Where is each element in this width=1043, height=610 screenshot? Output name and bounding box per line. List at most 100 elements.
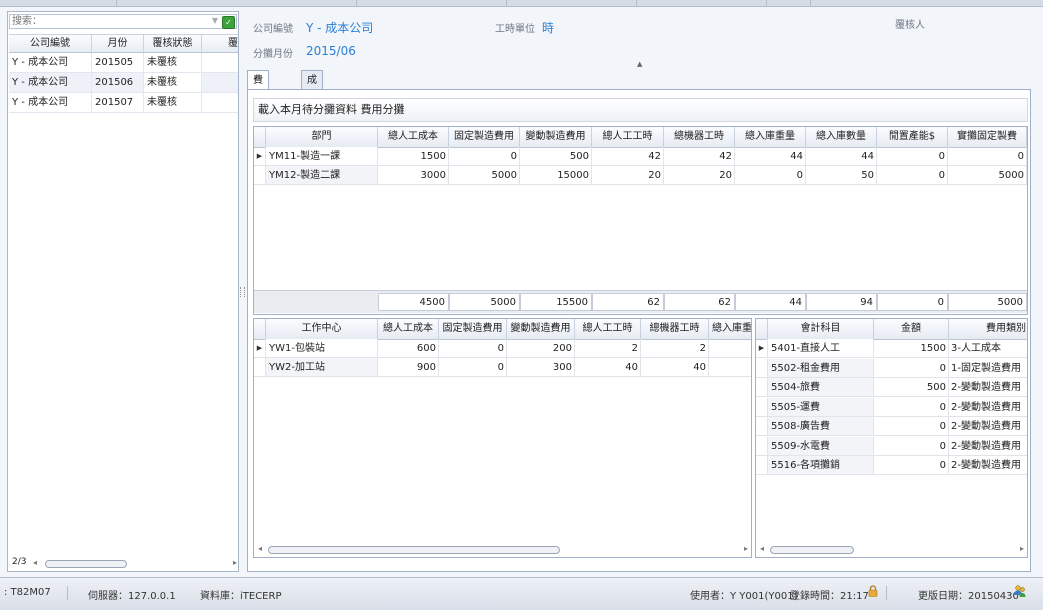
scroll-right-icon[interactable]: ▸ bbox=[233, 558, 237, 567]
column-header[interactable]: 總人工成本 bbox=[378, 319, 439, 339]
scroll-thumb[interactable] bbox=[770, 546, 854, 554]
scroll-thumb[interactable] bbox=[45, 560, 127, 568]
column-header[interactable]: 覆 bbox=[202, 35, 238, 52]
column-header[interactable]: 部門 bbox=[266, 127, 378, 147]
expense-type-cell[interactable]: 2-變動製造費用 bbox=[949, 398, 1027, 417]
lock-icon[interactable] bbox=[868, 585, 878, 597]
table-row[interactable]: YW2-加工站 900 0 300 40 40 bbox=[254, 358, 751, 377]
account-cell[interactable]: 5505-運費 bbox=[768, 397, 874, 417]
value-cell[interactable]: 40 bbox=[575, 358, 641, 377]
expense-type-cell[interactable]: 2-變動製造費用 bbox=[949, 378, 1027, 397]
column-header[interactable]: 閒置產能$ bbox=[877, 127, 948, 147]
value-cell[interactable]: 200 bbox=[507, 339, 575, 358]
column-header[interactable]: 總入庫數量 bbox=[806, 127, 877, 147]
account-cell[interactable]: 5504-旅費 bbox=[768, 378, 874, 397]
column-header[interactable]: 變動製造費用 bbox=[520, 127, 592, 147]
column-header[interactable]: 會計科目 bbox=[768, 319, 874, 339]
table-row[interactable]: 5505-運費 0 2-變動製造費用 bbox=[756, 397, 1027, 417]
search-go-icon[interactable]: ✓ bbox=[222, 16, 235, 29]
expense-type-cell[interactable]: 2-變動製造費用 bbox=[949, 417, 1027, 436]
search-input[interactable] bbox=[10, 15, 192, 28]
column-header[interactable]: 固定製造費用 bbox=[449, 127, 520, 147]
scroll-thumb[interactable] bbox=[268, 546, 560, 554]
tab-expense-allocation[interactable]: 費用分攤 bbox=[247, 70, 269, 143]
value-cell[interactable]: 0 bbox=[877, 166, 948, 185]
expense-type-cell[interactable]: 1-固定製造費用 bbox=[949, 359, 1027, 378]
value-cell[interactable]: 2 bbox=[641, 339, 709, 358]
work-center-cell[interactable]: YW2-加工站 bbox=[266, 358, 378, 377]
value-cell[interactable]: 0 bbox=[735, 166, 806, 185]
list-item[interactable]: Y - 成本公司 201505 未覆核 bbox=[9, 53, 238, 73]
value-cell[interactable] bbox=[709, 339, 751, 358]
amount-cell[interactable]: 0 bbox=[874, 358, 949, 378]
table-row[interactable]: 5508-廣告費 0 2-變動製造費用 bbox=[756, 417, 1027, 436]
splitter-grip[interactable] bbox=[240, 287, 245, 297]
dept-cell[interactable]: YM11-製造一課 bbox=[266, 147, 378, 166]
column-header[interactable]: 總入庫重 bbox=[709, 319, 751, 339]
account-cell[interactable]: 5508-廣告費 bbox=[768, 417, 874, 436]
value-cell[interactable]: 3000 bbox=[378, 166, 449, 185]
amount-cell[interactable]: 0 bbox=[874, 417, 949, 436]
work-center-cell[interactable]: YW1-包裝站 bbox=[266, 339, 378, 358]
account-cell[interactable]: 5401-直接人工 bbox=[768, 339, 874, 358]
value-cell[interactable]: 600 bbox=[378, 339, 439, 358]
value-cell[interactable]: 5000 bbox=[948, 166, 1027, 185]
value-cell[interactable] bbox=[709, 358, 751, 377]
table-row[interactable]: 5504-旅費 500 2-變動製造費用 bbox=[756, 378, 1027, 397]
scroll-left-icon[interactable]: ◂ bbox=[33, 558, 37, 567]
value-cell[interactable]: 0 bbox=[948, 147, 1027, 166]
table-row[interactable]: 5516-各項攤銷 0 2-變動製造費用 bbox=[756, 456, 1027, 475]
value-cell[interactable]: 5000 bbox=[449, 166, 520, 185]
column-header[interactable]: 覆核狀態 bbox=[144, 35, 202, 52]
scroll-right-icon[interactable]: ▸ bbox=[1020, 544, 1024, 553]
value-cell[interactable]: 0 bbox=[877, 147, 948, 166]
column-header[interactable]: 實攤固定製費 bbox=[948, 127, 1027, 147]
expense-type-cell[interactable]: 3-人工成本 bbox=[949, 339, 1027, 358]
column-header[interactable]: 變動製造費用 bbox=[507, 319, 575, 339]
value-cell[interactable]: 900 bbox=[378, 358, 439, 377]
account-cell[interactable]: 5502-租金費用 bbox=[768, 358, 874, 378]
column-header[interactable]: 總機器工時 bbox=[664, 127, 735, 147]
column-header[interactable]: 費用類別 bbox=[949, 319, 1027, 339]
value-cell[interactable]: 0 bbox=[439, 339, 507, 358]
table-row[interactable]: 5509-水電費 0 2-變動製造費用 bbox=[756, 436, 1027, 456]
scroll-left-icon[interactable]: ◂ bbox=[760, 544, 764, 553]
table-row[interactable]: ▶ 5401-直接人工 1500 3-人工成本 bbox=[756, 339, 1027, 358]
column-header[interactable]: 固定製造費用 bbox=[439, 319, 507, 339]
search-box[interactable]: ▼ ✓ bbox=[9, 14, 237, 29]
value-cell[interactable]: 20 bbox=[592, 166, 664, 185]
table-row[interactable]: ▶ YW1-包裝站 600 0 200 2 2 bbox=[254, 339, 751, 358]
column-header[interactable]: 總人工成本 bbox=[378, 127, 449, 147]
amount-cell[interactable]: 0 bbox=[874, 456, 949, 475]
expense-type-cell[interactable]: 2-變動製造費用 bbox=[949, 437, 1027, 456]
table-row[interactable]: ▶ YM11-製造一課 1500 0 500 42 42 44 44 0 0 bbox=[254, 147, 1027, 166]
amount-cell[interactable]: 0 bbox=[874, 397, 949, 417]
value-cell[interactable]: 15000 bbox=[520, 166, 592, 185]
dept-cell[interactable]: YM12-製造二課 bbox=[266, 166, 378, 185]
value-cell[interactable]: 44 bbox=[806, 147, 877, 166]
amount-cell[interactable]: 500 bbox=[874, 378, 949, 397]
column-header[interactable]: 總人工工時 bbox=[592, 127, 664, 147]
scroll-right-icon[interactable]: ▸ bbox=[744, 544, 748, 553]
value-cell[interactable]: 42 bbox=[592, 147, 664, 166]
account-cell[interactable]: 5516-各項攤銷 bbox=[768, 456, 874, 475]
value-cell[interactable]: 300 bbox=[507, 358, 575, 377]
amount-cell[interactable]: 1500 bbox=[874, 339, 949, 358]
table-row[interactable]: YM12-製造二課 3000 5000 15000 20 20 0 50 0 5… bbox=[254, 166, 1027, 185]
table-row[interactable]: 5502-租金費用 0 1-固定製造費用 bbox=[756, 358, 1027, 378]
value-cell[interactable]: 50 bbox=[806, 166, 877, 185]
company-value[interactable]: Y - 成本公司 bbox=[306, 19, 373, 36]
column-header[interactable]: 總機器工時 bbox=[641, 319, 709, 339]
dropdown-arrow-icon[interactable]: ▼ bbox=[212, 16, 218, 25]
horizontal-scrollbar[interactable]: ◂ ▸ bbox=[758, 544, 1026, 554]
value-cell[interactable]: 20 bbox=[664, 166, 735, 185]
horizontal-scrollbar[interactable]: ◂ ▸ bbox=[256, 544, 750, 554]
horizontal-scrollbar[interactable]: ◂ ▸ bbox=[33, 558, 237, 568]
value-cell[interactable]: 42 bbox=[664, 147, 735, 166]
month-value[interactable]: 2015/06 bbox=[306, 44, 356, 58]
tab-cost-calculation[interactable]: 成本計算 bbox=[301, 70, 323, 143]
list-item[interactable]: Y - 成本公司 201507 未覆核 bbox=[9, 93, 238, 113]
value-cell[interactable]: 44 bbox=[735, 147, 806, 166]
column-header[interactable]: 月份 bbox=[92, 35, 144, 52]
expense-type-cell[interactable]: 2-變動製造費用 bbox=[949, 456, 1027, 475]
